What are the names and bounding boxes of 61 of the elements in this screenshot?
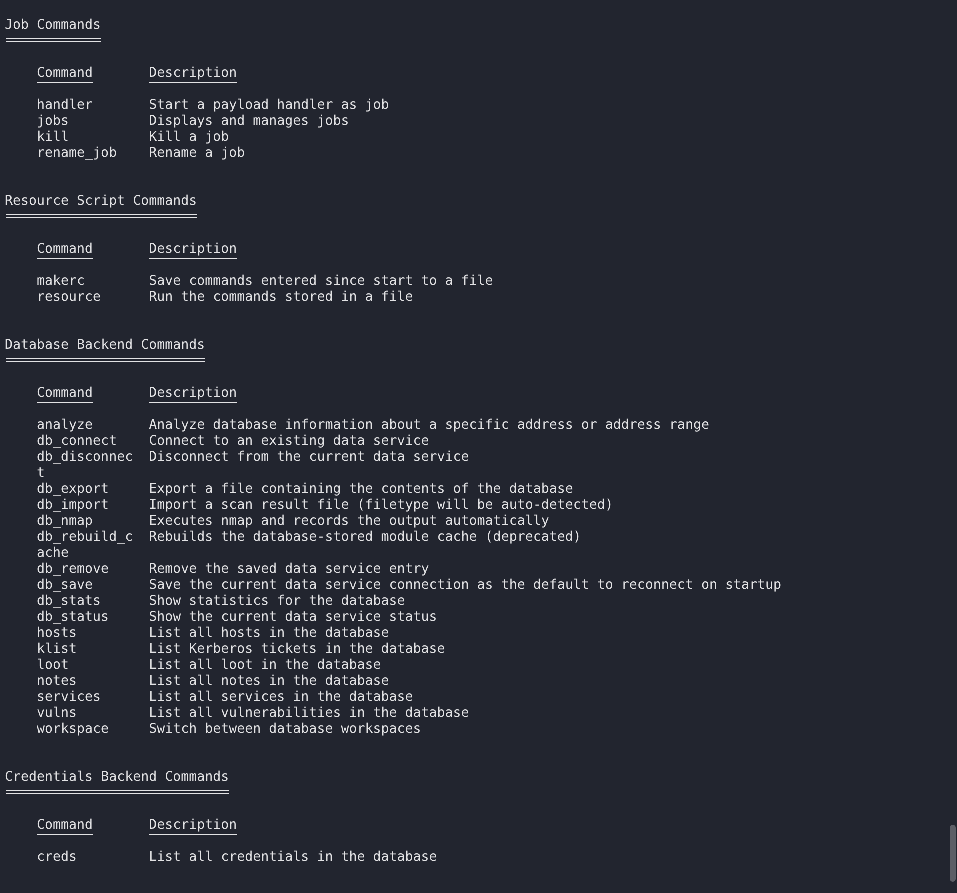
command-description: List all hosts in the database [149, 626, 390, 642]
section-title: Database Backend Commands [5, 338, 206, 354]
command-description: Run the commands stored in a file [149, 290, 414, 306]
command-description: Import a scan result file (filetype will be auto-detected) [149, 498, 614, 514]
command-name: klist [37, 642, 78, 658]
command-name: jobs [37, 114, 70, 130]
command-description: Remove the saved data service entry [149, 562, 430, 578]
command-name: vulns [37, 706, 78, 722]
column-header: Command [37, 386, 94, 402]
command-description: Displays and manages jobs [149, 114, 350, 130]
command-name: handler [37, 98, 94, 114]
command-name: rename_job [37, 146, 118, 162]
command-description: Show statistics for the database [149, 594, 406, 610]
command-name: db_nmap [37, 514, 94, 530]
command-name: creds [37, 850, 78, 866]
command-name: analyze [37, 418, 94, 434]
column-header: Description [149, 386, 238, 402]
command-description: Rename a job [149, 146, 246, 162]
command-description: Show the current data service status [149, 610, 438, 626]
command-description: List all services in the database [149, 690, 414, 706]
command-name: resource [37, 290, 102, 306]
command-name: db_connect [37, 434, 118, 450]
section-title: Credentials Backend Commands [5, 770, 230, 786]
command-description: List all notes in the database [149, 674, 390, 690]
command-description: List Kerberos tickets in the database [149, 642, 446, 658]
command-name: hosts [37, 626, 78, 642]
column-header: Description [149, 242, 238, 258]
command-description: Executes nmap and records the output automatically [149, 514, 550, 530]
command-description: List all credentials in the database [149, 850, 438, 866]
command-description: Save the current data service connection as the default to reconnect on startup [149, 578, 782, 594]
command-name: db_stats [37, 594, 102, 610]
scrollbar-thumb[interactable] [950, 825, 956, 882]
command-description: Switch between database workspaces [149, 722, 422, 738]
command-description: Analyze database information about a specific address or address range [149, 418, 710, 434]
column-header: Description [149, 66, 238, 82]
command-name: db_import [37, 498, 110, 514]
command-name: notes [37, 674, 78, 690]
column-header: Description [149, 818, 238, 834]
column-header: Command [37, 818, 94, 834]
column-header: Command [37, 242, 94, 258]
command-name: kill [37, 130, 70, 146]
command-description: Kill a job [149, 130, 230, 146]
command-description: List all loot in the database [149, 658, 382, 674]
command-name: db_save [37, 578, 94, 594]
command-description: Save commands entered since start to a file [149, 274, 494, 290]
section-title: Job Commands [5, 18, 102, 34]
command-name: loot [37, 658, 70, 674]
command-name: db_status [37, 610, 110, 626]
command-description: Disconnect from the current data service [149, 450, 470, 467]
command-name: db_export [37, 482, 110, 498]
section-title: Resource Script Commands [5, 194, 198, 210]
command-name: services [37, 690, 102, 706]
command-name: workspace [37, 722, 110, 738]
command-description: Connect to an existing data service [149, 434, 430, 450]
command-name: db_remove [37, 562, 110, 578]
command-description: Export a file containing the contents of the database [149, 482, 574, 498]
command-description: Start a payload handler as job [149, 98, 390, 114]
command-description: List all vulnerabilities in the database [149, 706, 470, 722]
command-name: makerc [37, 274, 86, 290]
command-description: Rebuilds the database-stored module cache (deprecated) [149, 530, 582, 547]
column-header: Command [37, 66, 94, 82]
